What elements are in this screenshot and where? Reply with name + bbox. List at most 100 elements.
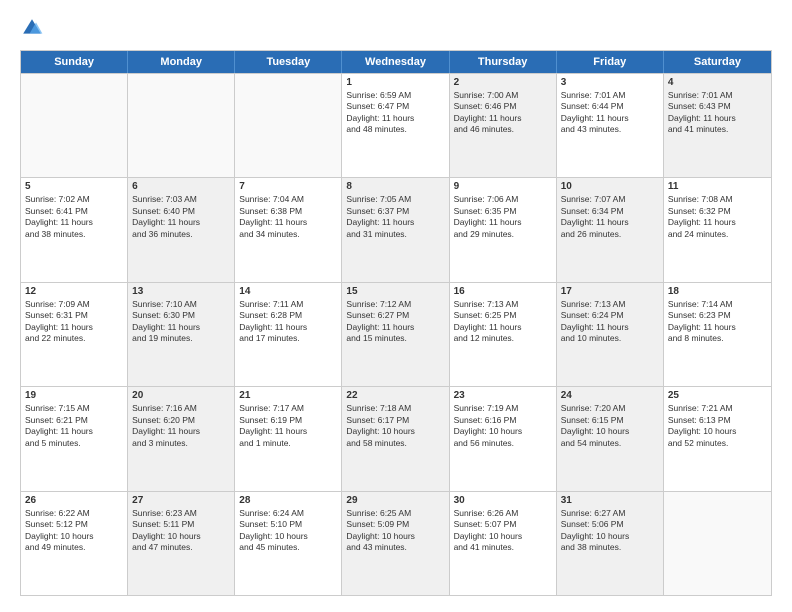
calendar-cell-day-27: 27 Sunrise: 6:23 AM Sunset: 5:11 PM Dayli… [128,492,235,595]
cell-info: Sunrise: 7:08 AM Sunset: 6:32 PM Dayligh… [668,194,767,240]
calendar-cell-day-31: 31 Sunrise: 6:27 AM Sunset: 5:06 PM Dayli… [557,492,664,595]
cell-info: Sunrise: 7:12 AM Sunset: 6:27 PM Dayligh… [346,299,444,345]
calendar-cell-day-10: 10Sunrise: 7:07 AM Sunset: 6:34 PM Dayli… [557,178,664,281]
cell-info: Sunrise: 7:13 AM Sunset: 6:24 PM Dayligh… [561,299,659,345]
day-header-tuesday: Tuesday [235,51,342,73]
calendar-cell-day-19: 19 Sunrise: 7:15 AM Sunset: 6:21 PM Dayli… [21,387,128,490]
cell-info: Sunrise: 7:01 AM Sunset: 6:44 PM Dayligh… [561,90,659,136]
cell-info: Sunrise: 6:27 AM Sunset: 5:06 PM Dayligh… [561,508,659,554]
calendar-cell-day-17: 17 Sunrise: 7:13 AM Sunset: 6:24 PM Dayli… [557,283,664,386]
calendar-cell-day-12: 12 Sunrise: 7:09 AM Sunset: 6:31 PM Dayli… [21,283,128,386]
day-number: 9 [454,181,552,192]
calendar-body: 1 Sunrise: 6:59 AM Sunset: 6:47 PM Daylig… [21,73,771,595]
day-number: 14 [239,286,337,297]
cell-info: Sunrise: 7:10 AM Sunset: 6:30 PM Dayligh… [132,299,230,345]
calendar-cell-day-20: 20 Sunrise: 7:16 AM Sunset: 6:20 PM Dayli… [128,387,235,490]
calendar-cell-day-18: 18 Sunrise: 7:14 AM Sunset: 6:23 PM Dayli… [664,283,771,386]
calendar-cell-day-13: 13Sunrise: 7:10 AM Sunset: 6:30 PM Dayli… [128,283,235,386]
calendar-cell-day-30: 30Sunrise: 6:26 AM Sunset: 5:07 PM Dayli… [450,492,557,595]
day-number: 4 [668,77,767,88]
calendar-cell-day-23: 23Sunrise: 7:19 AM Sunset: 6:16 PM Dayli… [450,387,557,490]
calendar-cell-day-14: 14 Sunrise: 7:11 AM Sunset: 6:28 PM Dayli… [235,283,342,386]
cell-info: Sunrise: 7:04 AM Sunset: 6:38 PM Dayligh… [239,194,337,240]
cell-info: Sunrise: 7:06 AM Sunset: 6:35 PM Dayligh… [454,194,552,240]
cell-info: Sunrise: 7:09 AM Sunset: 6:31 PM Dayligh… [25,299,123,345]
day-header-monday: Monday [128,51,235,73]
calendar-cell-empty [128,74,235,177]
calendar-cell-empty [235,74,342,177]
day-number: 27 [132,495,230,506]
cell-info: Sunrise: 7:20 AM Sunset: 6:15 PM Dayligh… [561,403,659,449]
cell-info: Sunrise: 7:11 AM Sunset: 6:28 PM Dayligh… [239,299,337,345]
calendar-cell-empty [664,492,771,595]
calendar-cell-day-29: 29 Sunrise: 6:25 AM Sunset: 5:09 PM Dayli… [342,492,449,595]
cell-info: Sunrise: 6:23 AM Sunset: 5:11 PM Dayligh… [132,508,230,554]
logo-icon [20,16,44,40]
cell-info: Sunrise: 6:25 AM Sunset: 5:09 PM Dayligh… [346,508,444,554]
day-header-wednesday: Wednesday [342,51,449,73]
calendar-row-5: 26 Sunrise: 6:22 AM Sunset: 5:12 PM Dayli… [21,491,771,595]
day-number: 2 [454,77,552,88]
calendar-row-2: 5Sunrise: 7:02 AM Sunset: 6:41 PM Daylig… [21,177,771,281]
calendar-cell-day-15: 15 Sunrise: 7:12 AM Sunset: 6:27 PM Dayli… [342,283,449,386]
day-number: 26 [25,495,123,506]
cell-info: Sunrise: 7:17 AM Sunset: 6:19 PM Dayligh… [239,403,337,449]
cell-info: Sunrise: 7:16 AM Sunset: 6:20 PM Dayligh… [132,403,230,449]
calendar-row-1: 1 Sunrise: 6:59 AM Sunset: 6:47 PM Daylig… [21,73,771,177]
calendar-cell-day-6: 6 Sunrise: 7:03 AM Sunset: 6:40 PM Daylig… [128,178,235,281]
calendar-cell-day-22: 22Sunrise: 7:18 AM Sunset: 6:17 PM Dayli… [342,387,449,490]
calendar-cell-empty [21,74,128,177]
cell-info: Sunrise: 7:05 AM Sunset: 6:37 PM Dayligh… [346,194,444,240]
day-header-thursday: Thursday [450,51,557,73]
cell-info: Sunrise: 7:21 AM Sunset: 6:13 PM Dayligh… [668,403,767,449]
calendar-cell-day-25: 25 Sunrise: 7:21 AM Sunset: 6:13 PM Dayli… [664,387,771,490]
day-number: 8 [346,181,444,192]
cell-info: Sunrise: 7:14 AM Sunset: 6:23 PM Dayligh… [668,299,767,345]
day-number: 20 [132,390,230,401]
day-number: 6 [132,181,230,192]
calendar-cell-day-21: 21 Sunrise: 7:17 AM Sunset: 6:19 PM Dayli… [235,387,342,490]
day-number: 7 [239,181,337,192]
day-header-saturday: Saturday [664,51,771,73]
cell-info: Sunrise: 7:18 AM Sunset: 6:17 PM Dayligh… [346,403,444,449]
day-number: 29 [346,495,444,506]
day-number: 25 [668,390,767,401]
day-number: 3 [561,77,659,88]
calendar-row-4: 19 Sunrise: 7:15 AM Sunset: 6:21 PM Dayli… [21,386,771,490]
calendar-cell-day-28: 28Sunrise: 6:24 AM Sunset: 5:10 PM Dayli… [235,492,342,595]
day-number: 19 [25,390,123,401]
calendar-cell-day-7: 7 Sunrise: 7:04 AM Sunset: 6:38 PM Daylig… [235,178,342,281]
day-number: 1 [346,77,444,88]
cell-info: Sunrise: 7:15 AM Sunset: 6:21 PM Dayligh… [25,403,123,449]
calendar-row-3: 12 Sunrise: 7:09 AM Sunset: 6:31 PM Dayli… [21,282,771,386]
calendar-cell-day-5: 5Sunrise: 7:02 AM Sunset: 6:41 PM Daylig… [21,178,128,281]
calendar-cell-day-26: 26 Sunrise: 6:22 AM Sunset: 5:12 PM Dayli… [21,492,128,595]
calendar-cell-day-8: 8 Sunrise: 7:05 AM Sunset: 6:37 PM Daylig… [342,178,449,281]
page: SundayMondayTuesdayWednesdayThursdayFrid… [0,0,792,612]
day-number: 15 [346,286,444,297]
calendar-cell-day-2: 2 Sunrise: 7:00 AM Sunset: 6:46 PM Daylig… [450,74,557,177]
day-header-sunday: Sunday [21,51,128,73]
header [20,16,772,40]
calendar-cell-day-24: 24 Sunrise: 7:20 AM Sunset: 6:15 PM Dayli… [557,387,664,490]
calendar-cell-day-4: 4 Sunrise: 7:01 AM Sunset: 6:43 PM Daylig… [664,74,771,177]
day-number: 18 [668,286,767,297]
day-number: 31 [561,495,659,506]
cell-info: Sunrise: 7:01 AM Sunset: 6:43 PM Dayligh… [668,90,767,136]
calendar-cell-day-1: 1 Sunrise: 6:59 AM Sunset: 6:47 PM Daylig… [342,74,449,177]
cell-info: Sunrise: 6:24 AM Sunset: 5:10 PM Dayligh… [239,508,337,554]
day-number: 21 [239,390,337,401]
day-number: 17 [561,286,659,297]
cell-info: Sunrise: 7:00 AM Sunset: 6:46 PM Dayligh… [454,90,552,136]
day-number: 24 [561,390,659,401]
day-header-friday: Friday [557,51,664,73]
cell-info: Sunrise: 7:13 AM Sunset: 6:25 PM Dayligh… [454,299,552,345]
logo [20,16,48,40]
cell-info: Sunrise: 7:19 AM Sunset: 6:16 PM Dayligh… [454,403,552,449]
cell-info: Sunrise: 7:03 AM Sunset: 6:40 PM Dayligh… [132,194,230,240]
cell-info: Sunrise: 7:02 AM Sunset: 6:41 PM Dayligh… [25,194,123,240]
cell-info: Sunrise: 6:59 AM Sunset: 6:47 PM Dayligh… [346,90,444,136]
cell-info: Sunrise: 6:26 AM Sunset: 5:07 PM Dayligh… [454,508,552,554]
day-number: 12 [25,286,123,297]
cell-info: Sunrise: 6:22 AM Sunset: 5:12 PM Dayligh… [25,508,123,554]
